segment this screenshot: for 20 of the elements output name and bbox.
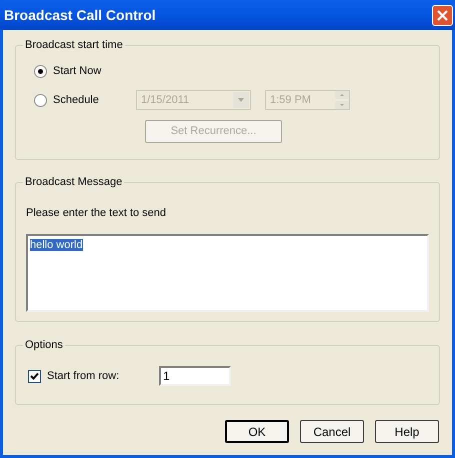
radio-button[interactable]: [34, 64, 47, 78]
checkbox[interactable]: [28, 370, 41, 382]
window-title: Broadcast Call Control: [4, 6, 156, 24]
group-title: Broadcast Message: [23, 175, 124, 189]
prompt-text: Please enter the text to send: [26, 206, 168, 221]
checkbox-label: Start from row:: [47, 368, 120, 384]
group-title: Options: [23, 338, 65, 352]
radio-label: Start Now: [53, 64, 102, 79]
dialog-button[interactable]: Help: [375, 420, 439, 443]
dialog-button[interactable]: Cancel: [300, 420, 364, 443]
spinner-icon: [335, 91, 349, 109]
close-icon: [437, 10, 448, 20]
row-field[interactable]: 1: [159, 366, 231, 386]
row-value: 1: [163, 369, 170, 383]
message-field[interactable]: hello world: [26, 234, 429, 312]
radio-button[interactable]: [34, 94, 47, 106]
close-button[interactable]: [432, 4, 453, 26]
radio-label: Schedule: [53, 92, 100, 108]
message-text: hello world: [30, 238, 83, 250]
dialog-button[interactable]: OK: [225, 420, 289, 443]
